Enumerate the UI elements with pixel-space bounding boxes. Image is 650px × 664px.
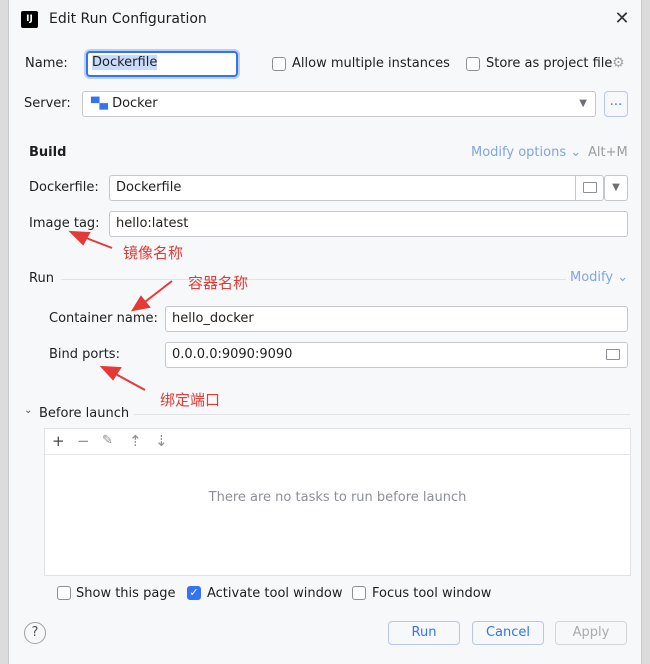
annotation-image-name: 镜像名称 (123, 244, 184, 262)
before-launch-task-panel: + − ✎ ⇡ ⇣ There are no tasks to run befo… (44, 428, 631, 576)
show-page-label: Show this page (76, 586, 176, 601)
chevron-down-icon: ▼ (579, 98, 587, 109)
cancel-button[interactable]: Cancel (472, 621, 544, 645)
modify-options-link[interactable]: Modify options ⌄ (471, 145, 581, 160)
server-value: Docker (112, 96, 158, 111)
focus-tool-window-checkbox[interactable] (352, 586, 366, 600)
bind-ports-label: Bind ports: (49, 347, 120, 362)
image-tag-arrow (80, 235, 113, 249)
focus-tool-window-label: Focus tool window (372, 586, 492, 601)
bind-ports-input[interactable]: 0.0.0.0:9090:9090 (165, 342, 628, 368)
bind-ports-arrow (111, 371, 146, 391)
run-heading: Run (29, 271, 54, 286)
name-input-value: Dockerfile (92, 55, 158, 70)
bind-ports-value: 0.0.0.0:9090:9090 (172, 347, 293, 362)
activate-tool-window-checkbox[interactable]: ✓ (187, 586, 201, 600)
annotation-bind-ports: 绑定端口 (160, 391, 221, 409)
server-more-button[interactable]: ... (604, 91, 628, 117)
task-toolbar: + − ✎ ⇡ ⇣ (45, 429, 630, 455)
before-launch-separator (134, 414, 630, 415)
bind-ports-arrowhead (99, 365, 122, 381)
dockerfile-label: Dockerfile: (29, 180, 99, 195)
store-project-checkbox[interactable] (466, 57, 480, 71)
server-label: Server: (24, 96, 71, 111)
container-name-value: hello_docker (172, 311, 254, 326)
show-page-checkbox[interactable] (57, 586, 71, 600)
container-name-arrowhead (130, 295, 151, 312)
apply-button[interactable]: Apply (555, 621, 627, 645)
container-name-arrow (140, 280, 173, 306)
dialog-title: Edit Run Configuration (49, 11, 207, 27)
run-separator (61, 279, 566, 280)
edit-run-configuration-dialog: IJ Edit Run Configuration ✕ Name: Docker… (8, 0, 642, 664)
help-button[interactable]: ? (24, 622, 46, 644)
run-button[interactable]: Run (388, 621, 460, 645)
chevron-down-icon[interactable]: ⌄ (24, 405, 32, 416)
move-up-icon[interactable]: ⇡ (129, 431, 142, 451)
dockerfile-dropdown-button[interactable]: ▼ (604, 175, 628, 201)
allow-multiple-checkbox[interactable] (272, 57, 286, 71)
dockerfile-value: Dockerfile (116, 180, 182, 195)
image-tag-arrowhead (68, 230, 91, 246)
allow-multiple-label: Allow multiple instances (292, 56, 450, 71)
dockerfile-browse-button[interactable] (575, 176, 603, 200)
docker-icon: ▀▄ (91, 97, 108, 110)
annotation-container-name: 容器名称 (188, 274, 249, 292)
name-label: Name: (25, 56, 68, 71)
empty-tasks-message: There are no tasks to run before launch (208, 490, 467, 505)
image-tag-input[interactable]: hello:latest (109, 211, 628, 237)
build-heading: Build (29, 145, 67, 160)
close-icon[interactable]: ✕ (611, 8, 633, 30)
container-name-input[interactable]: hello_docker (165, 306, 628, 332)
modify-options-shortcut: Alt+M (588, 145, 628, 160)
folder-icon (582, 182, 597, 193)
edit-icon[interactable]: ✎ (102, 431, 113, 451)
chevron-down-icon: ▼ (612, 182, 620, 193)
remove-icon[interactable]: − (77, 431, 90, 451)
store-project-label: Store as project file (486, 56, 613, 71)
run-modify-link[interactable]: Modify ⌄ (570, 270, 628, 285)
move-down-icon[interactable]: ⇣ (155, 431, 168, 451)
add-icon[interactable]: + (52, 431, 65, 451)
before-launch-heading[interactable]: Before launch (39, 406, 129, 421)
image-tag-value: hello:latest (116, 216, 189, 231)
folder-icon (606, 349, 620, 360)
bind-ports-browse-button[interactable] (599, 343, 627, 367)
settings-gear-icon[interactable]: ⚙ (612, 55, 625, 71)
server-select[interactable]: ▀▄ Docker ▼ (82, 91, 596, 117)
dockerfile-input[interactable]: Dockerfile (109, 175, 604, 201)
image-tag-label: Image tag: (29, 216, 100, 231)
intellij-app-icon: IJ (21, 11, 38, 28)
container-name-label: Container name: (49, 311, 158, 326)
name-input[interactable]: Dockerfile (86, 51, 238, 77)
activate-tool-window-label: Activate tool window (207, 586, 343, 601)
